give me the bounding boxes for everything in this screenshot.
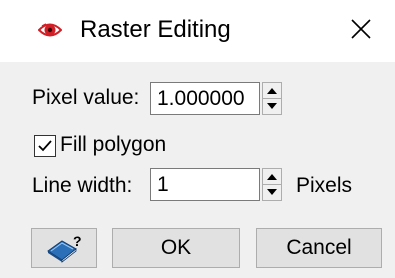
svg-text:?: ? xyxy=(73,233,82,249)
up-arrow-icon xyxy=(267,88,277,94)
line-width-label: Line width: xyxy=(32,174,133,197)
help-book-icon: ? xyxy=(47,233,82,263)
cancel-button[interactable]: Cancel xyxy=(256,228,382,268)
line-width-input[interactable] xyxy=(150,168,260,201)
down-arrow-icon xyxy=(267,103,277,109)
checkmark-icon xyxy=(38,140,52,152)
pixel-value-spinner[interactable] xyxy=(262,82,282,115)
line-width-unit: Pixels xyxy=(296,174,353,197)
pixel-value-input[interactable] xyxy=(150,82,260,115)
close-icon xyxy=(351,19,371,39)
dialog-footer: ? OK Cancel xyxy=(0,216,395,278)
fill-polygon-label[interactable]: Fill polygon xyxy=(60,131,166,159)
close-button[interactable] xyxy=(333,0,395,62)
title-bar: Raster Editing xyxy=(0,0,395,62)
help-button[interactable]: ? xyxy=(31,228,97,268)
ok-button[interactable]: OK xyxy=(112,228,240,268)
eye-icon xyxy=(37,20,63,40)
line-width-increment-button[interactable] xyxy=(263,169,281,185)
fill-polygon-checkbox[interactable] xyxy=(34,135,56,157)
pixel-value-label: Pixel value: xyxy=(32,86,140,109)
raster-editing-dialog: Raster Editing Pixel value: Fill polygon… xyxy=(0,0,395,278)
window-title: Raster Editing xyxy=(80,16,231,43)
down-arrow-icon xyxy=(267,189,277,195)
pixel-value-increment-button[interactable] xyxy=(263,83,281,99)
pixel-value-decrement-button[interactable] xyxy=(263,99,281,114)
line-width-decrement-button[interactable] xyxy=(263,185,281,200)
up-arrow-icon xyxy=(267,174,277,180)
line-width-spinner[interactable] xyxy=(262,168,282,201)
